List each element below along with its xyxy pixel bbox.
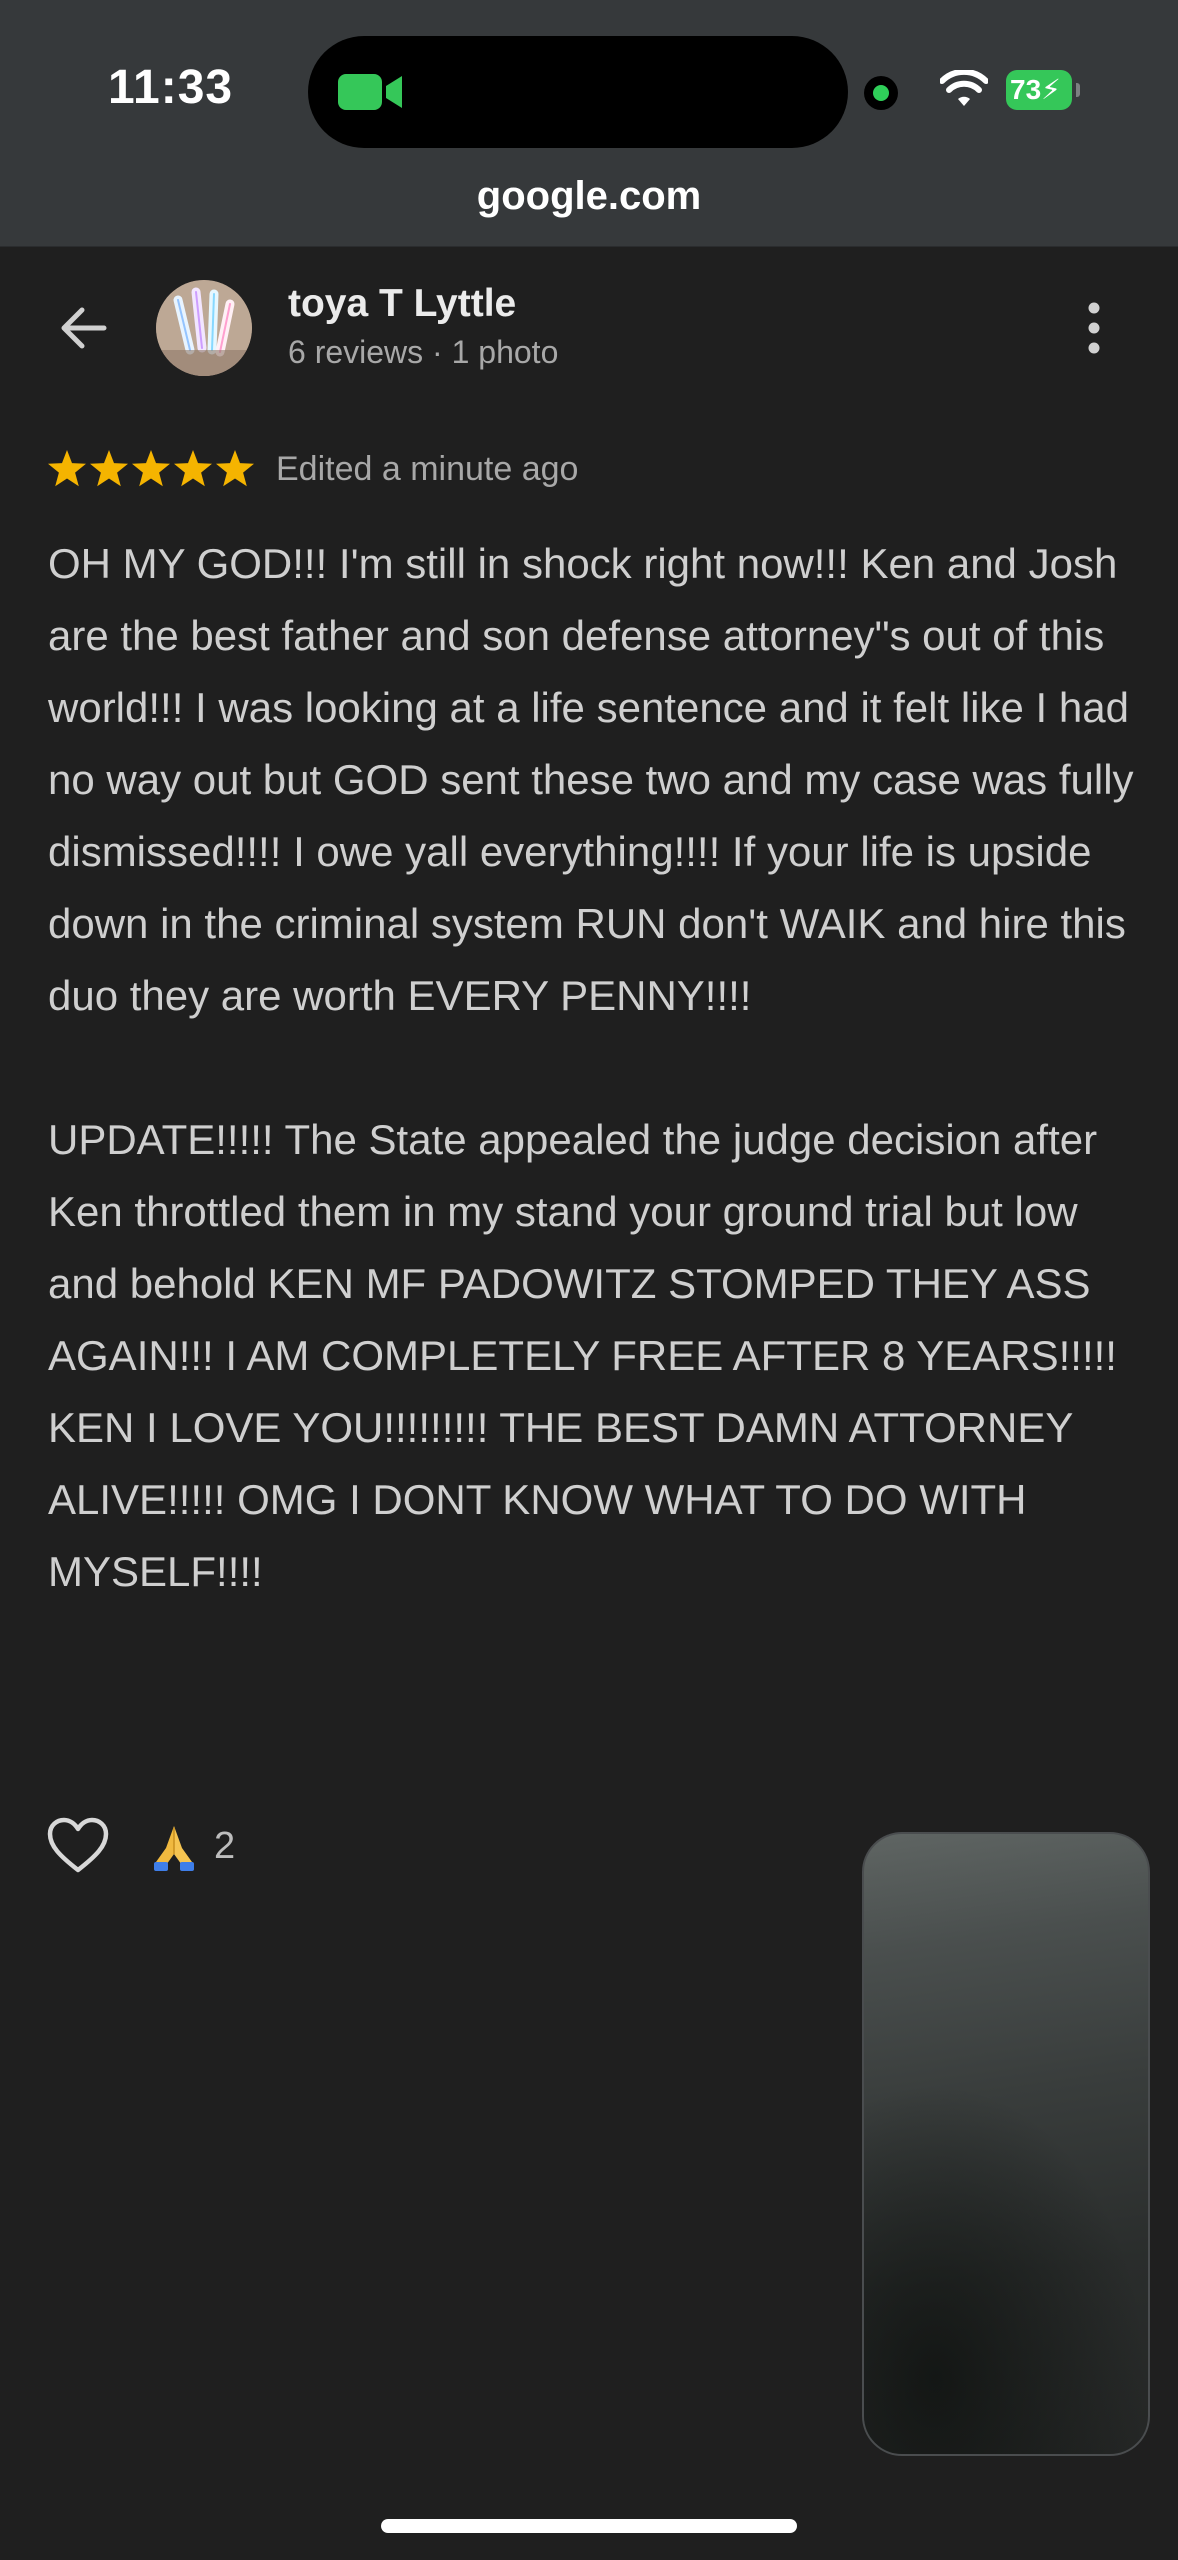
battery-indicator: 73⚡ xyxy=(1006,70,1080,110)
star-icon xyxy=(174,450,212,487)
reaction-count: 2 xyxy=(214,1824,236,1867)
browser-top-bar: 11:33 73⚡ google.com xyxy=(0,0,1178,247)
reaction-chip[interactable]: 2 xyxy=(146,1816,235,1876)
home-indicator[interactable] xyxy=(381,2519,797,2533)
wifi-icon xyxy=(940,70,988,106)
charging-bolt-icon: ⚡ xyxy=(1041,74,1061,105)
reviewer-meta: 6 reviews · 1 photo xyxy=(288,334,559,370)
back-arrow-icon[interactable] xyxy=(52,296,116,360)
folded-hands-icon xyxy=(154,1826,194,1871)
facetime-pip-preview[interactable] xyxy=(862,1832,1150,2456)
battery-percent: 73 xyxy=(1010,74,1042,105)
review-page: 11:33 73⚡ google.com toya T Lyttle 6 rev… xyxy=(0,0,1178,2560)
star-icon xyxy=(48,450,86,487)
battery-cap xyxy=(1076,83,1080,97)
star-icon xyxy=(132,450,170,487)
facetime-video-icon xyxy=(338,74,402,110)
star-rating xyxy=(48,450,254,487)
star-icon xyxy=(90,450,128,487)
dynamic-island[interactable] xyxy=(308,36,848,148)
heart-icon[interactable] xyxy=(46,1816,110,1876)
review-text: OH MY GOD!!! I'm still in shock right no… xyxy=(48,540,1134,1595)
star-icon xyxy=(216,450,254,487)
battery-level: 73⚡ xyxy=(1006,70,1072,110)
reviewer-name[interactable]: toya T Lyttle xyxy=(288,282,516,326)
url-bar[interactable]: google.com xyxy=(0,174,1178,219)
reviewer-avatar[interactable] xyxy=(156,280,252,376)
avatar-nails-image xyxy=(156,280,252,376)
status-time: 11:33 xyxy=(108,61,234,114)
camera-in-use-indicator xyxy=(864,76,898,110)
edited-timestamp: Edited a minute ago xyxy=(276,450,579,488)
more-options-icon[interactable] xyxy=(1074,296,1114,360)
